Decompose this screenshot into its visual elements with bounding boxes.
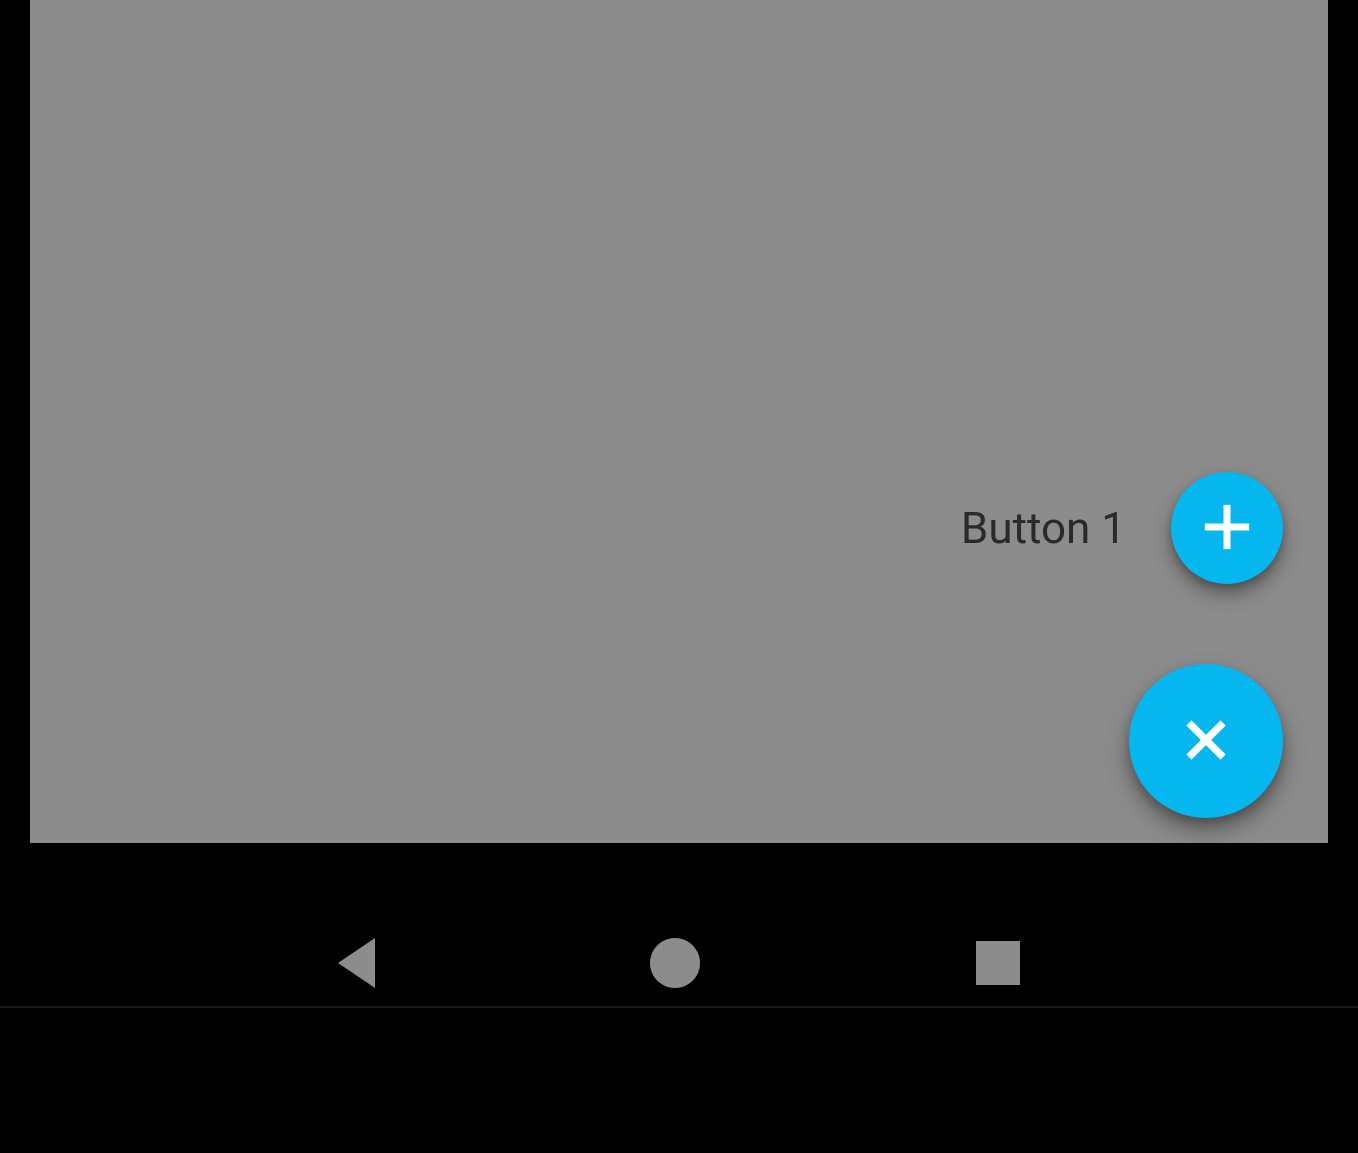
close-icon [1177, 711, 1235, 772]
app-viewport: Button 1 [30, 0, 1328, 843]
android-nav-bar [0, 903, 1358, 1023]
nav-recent-button[interactable] [976, 941, 1020, 985]
fab-main-button[interactable] [1129, 664, 1283, 818]
plus-icon [1199, 499, 1255, 558]
fab-action-button-1[interactable] [1171, 472, 1283, 584]
fab-action-label: Button 1 [961, 502, 1126, 554]
fab-speed-dial: Button 1 [961, 472, 1283, 818]
nav-back-button[interactable] [338, 938, 375, 988]
divider [0, 1006, 1358, 1008]
nav-home-button[interactable] [650, 938, 700, 988]
fab-action-row: Button 1 [961, 472, 1283, 584]
